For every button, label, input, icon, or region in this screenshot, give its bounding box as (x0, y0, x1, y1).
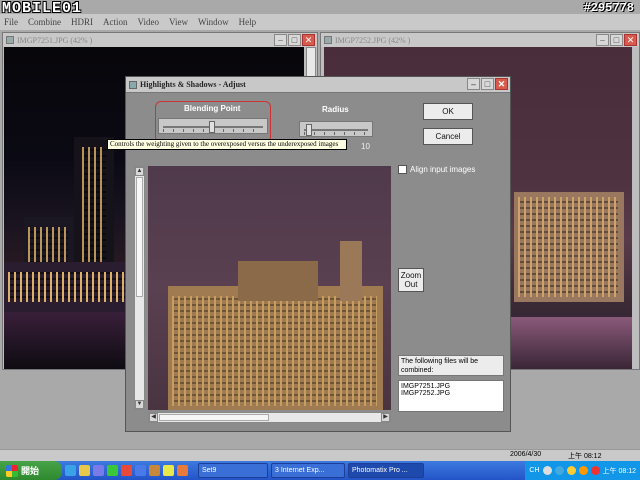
align-images-checkbox[interactable] (398, 165, 407, 174)
menu-bar: File Combine HDRI Action Video View Wind… (0, 14, 640, 30)
task-photomatix[interactable]: Photomatix Pro ... (348, 463, 424, 478)
menu-video[interactable]: Video (138, 17, 159, 27)
left-window-title: IMGP7251.JPG (42% ) (17, 35, 93, 45)
start-button[interactable]: 開始 (0, 461, 62, 480)
preview-vertical-scrollbar[interactable]: ▲ ▼ (134, 166, 145, 410)
right-window-title: IMGP7252.JPG (42% ) (335, 35, 411, 45)
radius-label: Radius (322, 105, 349, 114)
blending-point-label: Blending Point (184, 104, 241, 113)
tray-icon[interactable] (554, 466, 564, 475)
slider-thumb[interactable] (306, 124, 312, 136)
image-icon (324, 36, 332, 44)
maximize-button[interactable]: □ (481, 78, 494, 90)
list-item[interactable]: IMGP7252.JPG (401, 390, 501, 397)
menu-window[interactable]: Window (198, 17, 229, 27)
image-icon (6, 36, 14, 44)
media-icon[interactable] (93, 465, 104, 476)
ok-button[interactable]: OK (423, 103, 473, 120)
task-set9[interactable]: Set9 (198, 463, 268, 478)
windows-flag-icon (6, 464, 18, 477)
right-window-titlebar[interactable]: IMGP7252.JPG (42% ) – □ ✕ (321, 33, 639, 47)
ie-icon[interactable] (65, 465, 76, 476)
watermark-id: #295778 (583, 1, 634, 15)
task-internet-explorer[interactable]: 3 Internet Exp... (271, 463, 345, 478)
align-images-label: Align input images (410, 165, 476, 174)
tool-icon[interactable] (149, 465, 160, 476)
dialog-title: Highlights & Shadows - Adjust (140, 80, 246, 89)
maximize-button[interactable]: □ (610, 34, 623, 46)
tooltip: Controls the weighting given to the over… (107, 139, 347, 150)
minimize-button[interactable]: – (467, 78, 480, 90)
maximize-button[interactable]: □ (288, 34, 301, 46)
menu-help[interactable]: Help (239, 17, 257, 27)
app-icon[interactable] (121, 465, 132, 476)
start-label: 開始 (21, 466, 40, 476)
app-icon (129, 81, 137, 89)
tray-icon[interactable] (542, 466, 552, 475)
radius-value: 10 (361, 142, 370, 151)
close-button[interactable]: ✕ (624, 34, 637, 46)
menu-action[interactable]: Action (103, 17, 128, 27)
minimize-button[interactable]: – (274, 34, 287, 46)
menu-combine[interactable]: Combine (28, 17, 61, 27)
status-time: 上午 08:12 (568, 453, 602, 460)
menu-hdri[interactable]: HDRI (71, 17, 93, 27)
tray-icon[interactable] (578, 466, 588, 475)
preview-horizontal-scrollbar[interactable]: ◀ ▶ (148, 412, 391, 423)
folder-icon[interactable] (79, 465, 90, 476)
menu-view[interactable]: View (169, 17, 188, 27)
preview-image[interactable] (148, 166, 391, 410)
radius-slider[interactable] (299, 121, 373, 137)
left-window-titlebar[interactable]: IMGP7251.JPG (42% ) – □ ✕ (3, 33, 317, 47)
list-item[interactable]: IMGP7251.JPG (401, 383, 501, 390)
blending-point-slider[interactable] (158, 118, 268, 134)
tray-icon[interactable] (566, 466, 576, 475)
close-button[interactable]: ✕ (302, 34, 315, 46)
note-icon[interactable] (163, 465, 174, 476)
word-icon[interactable] (135, 465, 146, 476)
status-bar: 2006/4/30 上午 08:12 (0, 449, 640, 461)
tray-icon[interactable] (590, 466, 600, 475)
zoom-out-button[interactable]: Zoom Out (398, 268, 424, 292)
status-date: 2006/4/30 (510, 451, 542, 458)
clock: 上午 08:12 (602, 467, 636, 475)
cancel-button[interactable]: Cancel (423, 128, 473, 145)
excel-icon[interactable] (107, 465, 118, 476)
combine-info-label: The following files will be combined: (398, 355, 504, 376)
language-indicator[interactable]: CH (529, 467, 539, 474)
slider-thumb[interactable] (209, 121, 216, 133)
watermark-logo: MOBILE01 (2, 0, 83, 17)
taskbar: 開始 Set9 3 Internet Exp... Photomatix Pro… (0, 461, 640, 480)
dialog-titlebar[interactable]: Highlights & Shadows - Adjust – □ ✕ (126, 77, 510, 93)
close-button[interactable]: ✕ (495, 78, 508, 90)
minimize-button[interactable]: – (596, 34, 609, 46)
menu-file[interactable]: File (4, 17, 18, 27)
program-icon[interactable] (177, 465, 188, 476)
system-tray: CH 上午 08:12 (525, 461, 640, 480)
files-list[interactable]: IMGP7251.JPG IMGP7252.JPG (398, 380, 504, 412)
